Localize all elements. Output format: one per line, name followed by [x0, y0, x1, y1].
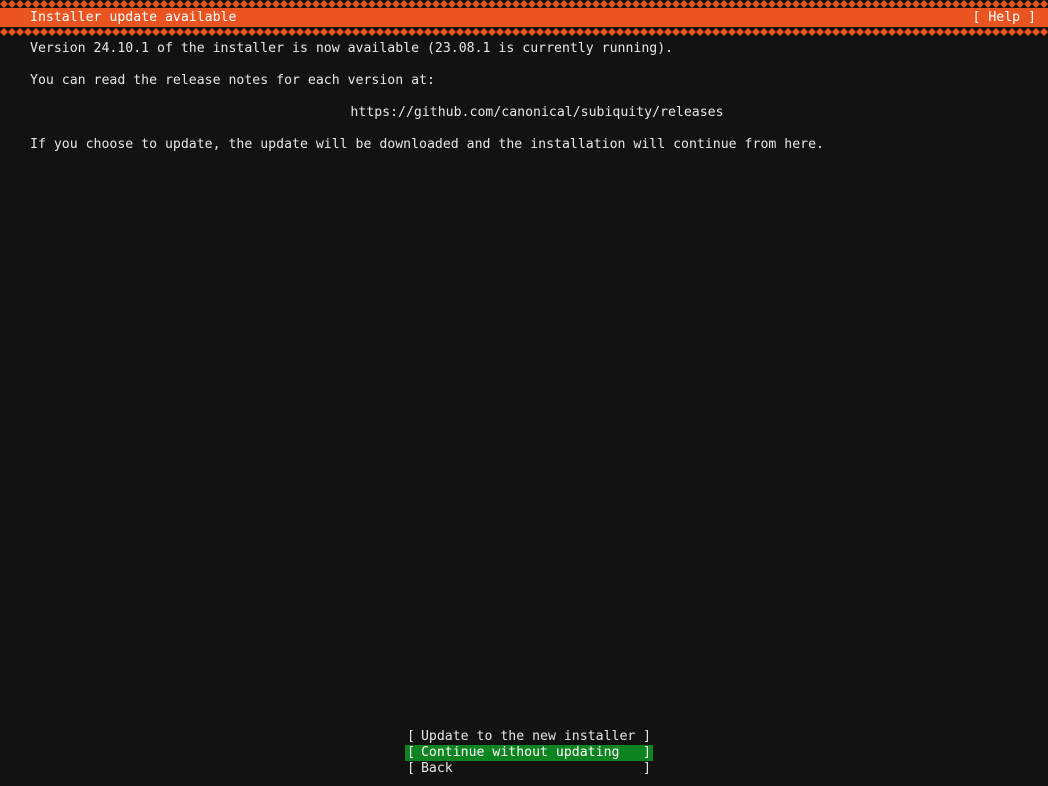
- release-notes-message: You can read the release notes for each …: [30, 73, 435, 88]
- bracket-left: [: [407, 745, 415, 760]
- update-installer-button[interactable]: [ Update to the new installer ]: [405, 729, 653, 745]
- bracket-left: [: [407, 761, 415, 776]
- release-notes-url: https://github.com/canonical/subiquity/r…: [350, 105, 724, 120]
- bracket-right: ]: [643, 745, 651, 760]
- button-label: Update to the new installer: [420, 729, 636, 744]
- back-button[interactable]: [ Back ]: [405, 761, 653, 777]
- update-explanation: If you choose to update, the update will…: [30, 137, 824, 152]
- screen-title: Installer update available: [30, 10, 237, 25]
- bracket-left: [: [407, 729, 415, 744]
- version-message: Version 24.10.1 of the installer is now …: [30, 41, 674, 56]
- bracket-right: ]: [643, 761, 651, 776]
- help-button[interactable]: [ Help ]: [972, 9, 1036, 26]
- button-label: Back: [420, 761, 453, 776]
- continue-without-updating-button[interactable]: [ Continue without updating ]: [405, 745, 653, 761]
- action-button-list: [ Update to the new installer ] [ Contin…: [405, 729, 653, 777]
- header-top-border: [0, 0, 1048, 8]
- button-label: Continue without updating: [420, 745, 620, 760]
- bracket-right: ]: [643, 729, 651, 744]
- header-bottom-border: [0, 28, 1048, 36]
- header-bar: Installer update available [ Help ]: [0, 8, 1048, 27]
